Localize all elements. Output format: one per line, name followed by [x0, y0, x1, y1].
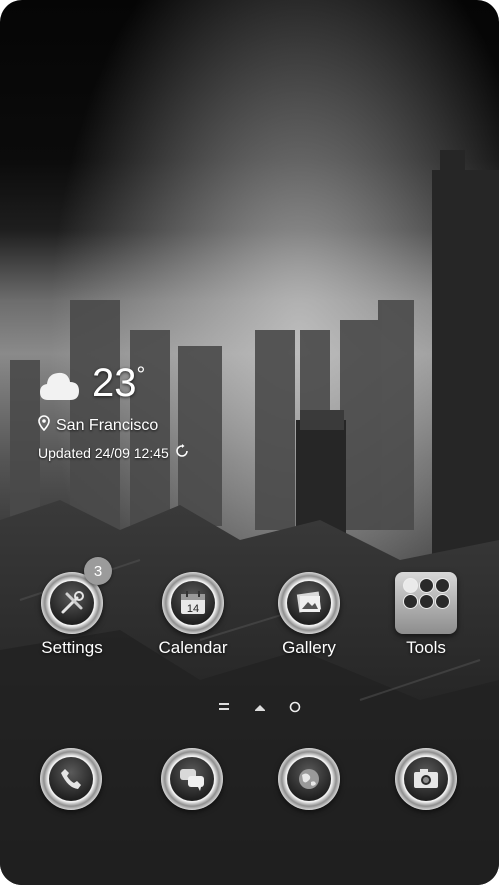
app-settings[interactable]: Settings [17, 572, 127, 658]
degree-unit: ° [136, 362, 146, 387]
calendar-icon: 14 [162, 572, 224, 634]
notification-badge: 3 [84, 557, 112, 585]
page-list-icon[interactable] [219, 703, 229, 710]
location-label: San Francisco [56, 416, 159, 434]
dock-phone[interactable] [40, 748, 102, 810]
app-calendar[interactable]: 14 Calendar [138, 572, 248, 658]
tools-folder-icon [395, 572, 457, 634]
mini-app-icon [419, 594, 434, 609]
mini-app-icon [435, 594, 450, 609]
camera-icon [395, 748, 457, 810]
app-label: Calendar [158, 638, 228, 657]
mini-app-icon [403, 594, 418, 609]
app-label: Tools [406, 638, 446, 657]
home-screen: 23 ° San Francisco Updated 24/09 12:45 S… [0, 0, 499, 885]
page-dot[interactable] [289, 701, 301, 713]
app-gallery[interactable]: Gallery [254, 572, 364, 658]
page-home-icon[interactable] [255, 705, 265, 711]
photos-icon [278, 572, 340, 634]
dock-camera[interactable] [395, 748, 457, 810]
globe-icon [278, 748, 340, 810]
dock-messages[interactable] [161, 748, 223, 810]
weather-widget[interactable]: 23 ° San Francisco Updated 24/09 12:45 [38, 360, 189, 461]
mini-app-icon [419, 578, 434, 593]
refresh-icon[interactable] [175, 444, 189, 461]
app-tools[interactable]: Tools [371, 572, 481, 658]
dock-browser[interactable] [278, 748, 340, 810]
page-indicator [0, 698, 499, 716]
temperature: 23 [92, 361, 137, 405]
mini-app-icon [435, 578, 450, 593]
app-label: Gallery [282, 638, 336, 657]
calendar-date: 14 [187, 603, 199, 615]
mini-app-icon [403, 578, 418, 593]
chat-icon [161, 748, 223, 810]
cloud-icon [38, 366, 82, 409]
phone-icon [40, 748, 102, 810]
updated-time: Updated 24/09 12:45 [38, 444, 169, 461]
location-pin-icon [38, 415, 50, 436]
app-label: Settings [41, 638, 103, 657]
